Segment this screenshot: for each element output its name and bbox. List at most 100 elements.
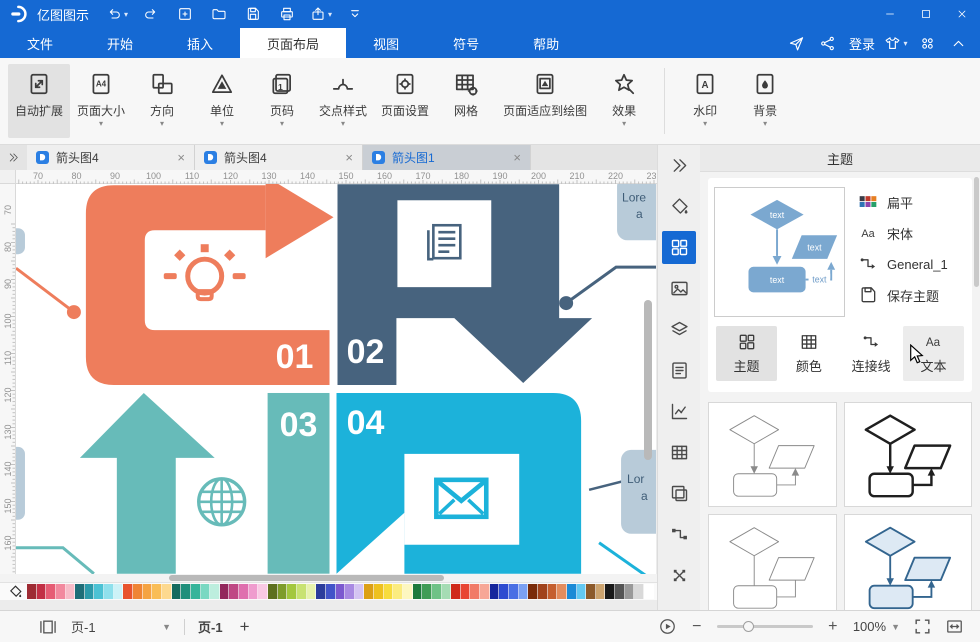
fit-width-button[interactable] <box>945 617 964 636</box>
palette-swatch[interactable] <box>470 584 480 599</box>
palette-swatch[interactable] <box>480 584 490 599</box>
open-file-button[interactable] <box>205 3 233 25</box>
callout-left-clipped[interactable] <box>16 228 25 254</box>
theme-option-save-theme[interactable]: 保存主题 <box>858 285 966 305</box>
login-button[interactable]: 登录 <box>845 34 879 53</box>
menu-item-4[interactable]: 视图 <box>346 28 426 58</box>
new-document-button[interactable] <box>171 3 199 25</box>
zoom-level[interactable]: 100%▼ <box>853 619 900 634</box>
close-tab-icon[interactable]: × <box>513 150 521 165</box>
ribbon-item-effect[interactable]: 效果▾ <box>594 64 654 138</box>
ribbon-item-intersection[interactable]: 交点样式▾ <box>312 64 374 138</box>
document-tab-2[interactable]: 箭头图1× <box>363 145 531 170</box>
ribbon-item-fit-page[interactable]: 页面适应到绘图 <box>496 64 594 138</box>
palette-swatch[interactable] <box>345 584 355 599</box>
ribbon-item-page-setup[interactable]: 页面设置 <box>374 64 436 138</box>
horizontal-scrollbar[interactable] <box>169 575 444 581</box>
apps-grid-icon[interactable] <box>913 28 941 58</box>
palette-swatch[interactable] <box>85 584 95 599</box>
theme-option-flat-colors[interactable]: 扁平 <box>858 192 966 212</box>
palette-swatch[interactable] <box>577 584 587 599</box>
zoom-slider[interactable] <box>717 625 813 628</box>
palette-swatch[interactable] <box>123 584 133 599</box>
palette-swatch[interactable] <box>143 584 153 599</box>
strip-clipart-icon[interactable] <box>662 477 696 510</box>
palette-swatch[interactable] <box>307 584 317 599</box>
palette-swatch[interactable] <box>413 584 423 599</box>
zoom-in-button[interactable]: + <box>826 618 840 636</box>
theme-thumbnail-bold[interactable] <box>844 402 973 507</box>
ribbon-item-unit[interactable]: 单位▾ <box>192 64 252 138</box>
theme-preview[interactable]: text text text text <box>714 187 845 317</box>
palette-swatch[interactable] <box>75 584 85 599</box>
palette-swatch[interactable] <box>297 584 307 599</box>
panel-tab-color-grid[interactable]: 颜色 <box>778 326 839 381</box>
palette-swatch[interactable] <box>451 584 461 599</box>
maximize-button[interactable] <box>908 0 944 28</box>
send-icon[interactable] <box>783 28 811 58</box>
palette-swatch[interactable] <box>46 584 56 599</box>
pages-panel-icon[interactable] <box>38 617 58 637</box>
palette-swatch[interactable] <box>210 584 220 599</box>
palette-swatch[interactable] <box>172 584 182 599</box>
palette-swatch[interactable] <box>56 584 66 599</box>
strip-expand-panel-icon[interactable] <box>662 149 696 182</box>
palette-swatch[interactable] <box>326 584 336 599</box>
ribbon-item-page-number[interactable]: 1页码▾ <box>252 64 312 138</box>
panel-tab-theme-grid[interactable]: 主题 <box>716 326 777 381</box>
menu-item-5[interactable]: 符号 <box>426 28 506 58</box>
strip-note-icon[interactable] <box>662 354 696 387</box>
palette-swatch[interactable] <box>519 584 529 599</box>
close-button[interactable] <box>944 0 980 28</box>
horizontal-scrollbar-track[interactable] <box>0 574 657 582</box>
zoom-slider-handle[interactable] <box>743 621 754 632</box>
ribbon-item-auto-expand[interactable]: 自动扩展 <box>8 64 70 138</box>
palette-swatch[interactable] <box>229 584 239 599</box>
vertical-scrollbar[interactable] <box>644 300 652 460</box>
fullscreen-button[interactable] <box>913 617 932 636</box>
palette-swatch[interactable] <box>461 584 471 599</box>
page-selector[interactable]: 页-1▼ <box>71 617 171 636</box>
palette-swatch[interactable] <box>152 584 162 599</box>
theme-thumbnail-thin[interactable] <box>708 402 837 507</box>
palette-swatch[interactable] <box>133 584 143 599</box>
palette-swatch[interactable] <box>37 584 47 599</box>
callout-top-right[interactable]: Lore a <box>617 184 656 240</box>
theme-thumbnail-blue[interactable] <box>844 514 973 610</box>
panel-tab-connector-line[interactable]: 连接线 <box>841 326 902 381</box>
palette-swatch[interactable] <box>548 584 558 599</box>
palette-swatch[interactable] <box>596 584 606 599</box>
page-tab[interactable]: 页-1 <box>198 617 223 636</box>
palette-swatch[interactable] <box>634 584 644 599</box>
panel-scrollbar[interactable] <box>974 177 979 287</box>
share-icon[interactable] <box>814 28 842 58</box>
palette-swatch[interactable] <box>278 584 288 599</box>
canvas-viewport[interactable]: 01 02 <box>16 184 656 574</box>
palette-swatch[interactable] <box>66 584 76 599</box>
palette-swatch[interactable] <box>625 584 635 599</box>
collapse-ribbon-icon[interactable] <box>944 28 972 58</box>
palette-swatch[interactable] <box>181 584 191 599</box>
ribbon-item-page-size[interactable]: A4页面大小▾ <box>70 64 132 138</box>
add-page-button[interactable]: + <box>236 617 254 637</box>
ribbon-item-grid[interactable]: 网格 <box>436 64 496 138</box>
palette-swatch[interactable] <box>499 584 509 599</box>
close-tab-icon[interactable]: × <box>345 150 353 165</box>
redo-button[interactable] <box>137 3 165 25</box>
palette-swatch[interactable] <box>114 584 124 599</box>
palette-swatch[interactable] <box>490 584 500 599</box>
menu-item-6[interactable]: 帮助 <box>506 28 586 58</box>
palette-swatch[interactable] <box>191 584 201 599</box>
palette-swatch[interactable] <box>528 584 538 599</box>
palette-swatch[interactable] <box>557 584 567 599</box>
panel-tab-text-aa[interactable]: Aa文本 <box>903 326 964 381</box>
strip-picture-icon[interactable] <box>662 272 696 305</box>
save-button[interactable] <box>239 3 267 25</box>
menu-item-3[interactable]: 页面布局 <box>240 28 346 58</box>
zoom-out-button[interactable]: − <box>690 618 704 636</box>
palette-swatch[interactable] <box>336 584 346 599</box>
strip-chart-icon[interactable] <box>662 395 696 428</box>
ribbon-item-background[interactable]: 背景▾ <box>735 64 795 138</box>
palette-swatch[interactable] <box>364 584 374 599</box>
theme-shirt-icon[interactable]: ▾ <box>882 28 910 58</box>
